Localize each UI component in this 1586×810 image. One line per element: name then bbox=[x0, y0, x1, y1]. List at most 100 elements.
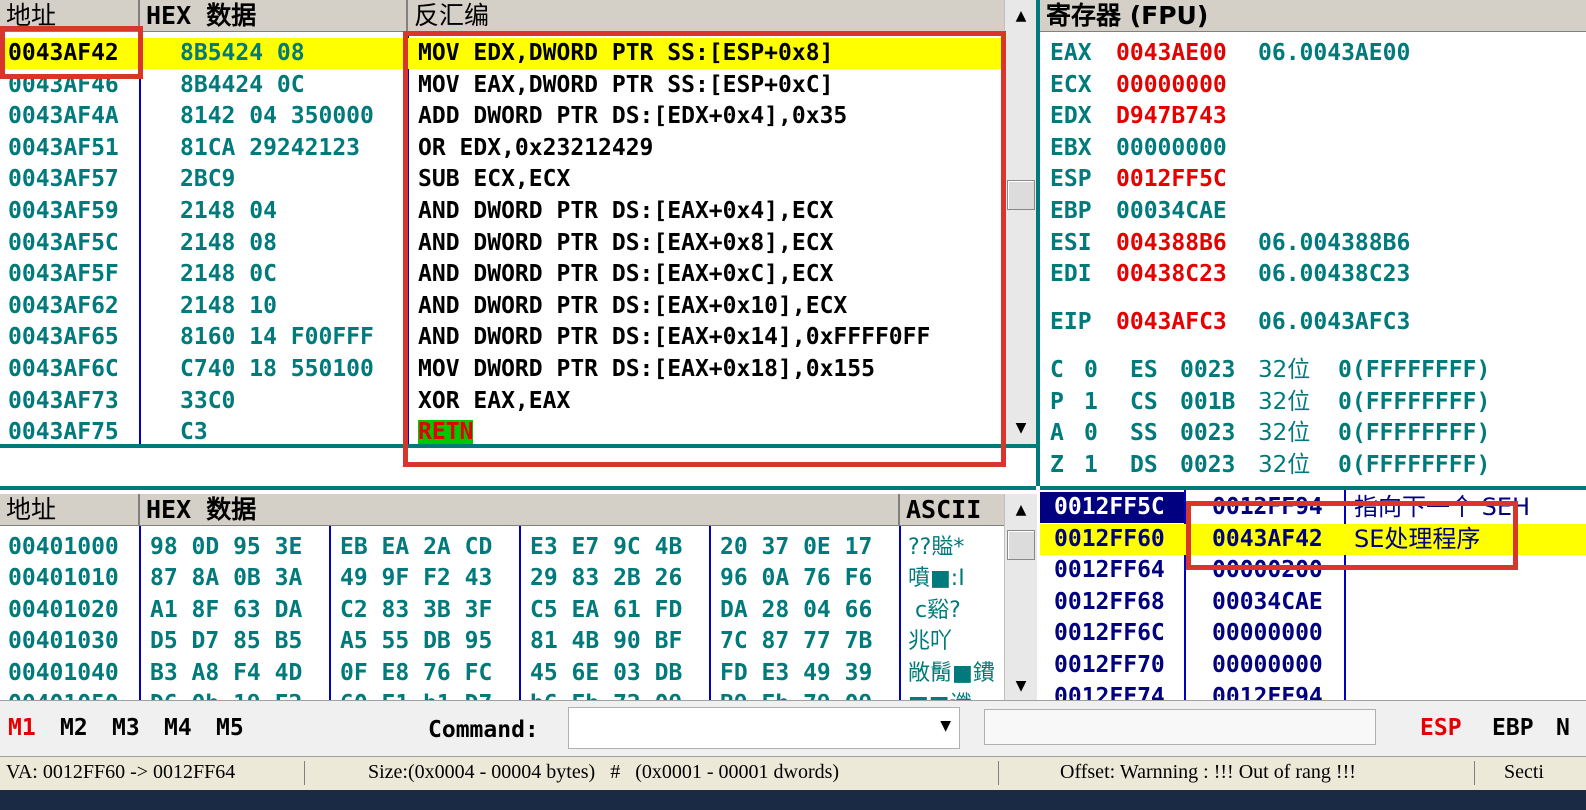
register-row[interactable]: ECX 00000000 bbox=[1040, 70, 1586, 101]
disasm-row[interactable]: 0043AF59 2148 04 AND DWORD PTR DS:[EAX+0x4… bbox=[0, 196, 1004, 227]
quick-register-button[interactable]: EBP bbox=[1492, 715, 1534, 741]
register-value[interactable]: 0043AFC3 bbox=[1116, 307, 1227, 338]
segment-name: CS bbox=[1130, 388, 1158, 415]
disasm-row[interactable]: 0043AF51 81CA 29242123 OR EDX,0x23212429 bbox=[0, 133, 1004, 164]
register-value[interactable]: D947B743 bbox=[1116, 101, 1227, 132]
dump-row[interactable]: 00401020 A1 8F 63 DA C2 83 3B 3F C5 EA 61 F… bbox=[0, 595, 1004, 626]
register-row-eip[interactable]: EIP 0043AFC3 06.0043AFC3 bbox=[1040, 307, 1586, 338]
scroll-up-icon[interactable]: ▲ bbox=[1005, 8, 1037, 24]
register-row[interactable]: EDX D947B743 bbox=[1040, 101, 1586, 132]
disasm-row[interactable]: 0043AF65 8160 14 F00FFF AND DWORD PTR DS:[… bbox=[0, 322, 1004, 353]
disasm-row[interactable]: 0043AF73 33C0 XOR EAX,EAX bbox=[0, 386, 1004, 417]
memory-tab[interactable]: M2 bbox=[60, 715, 88, 741]
stack-row[interactable]: 0012FF60 0043AF42 SE处理程序 bbox=[1040, 523, 1586, 555]
register-row[interactable]: EAX 0043AE00 06.0043AE00 bbox=[1040, 38, 1586, 69]
stack-row[interactable]: 0012FF6C 00000000 bbox=[1040, 618, 1586, 649]
row-instruction: AND DWORD PTR DS:[EAX+0x8],ECX bbox=[418, 229, 834, 256]
register-row[interactable]: EDI 00438C23 06.00438C23 bbox=[1040, 259, 1586, 290]
disasm-row[interactable]: 0043AF4A 8142 04 350000 ADD DWORD PTR DS:[… bbox=[0, 101, 1004, 132]
register-value[interactable]: 0043AE00 bbox=[1116, 38, 1227, 69]
dump-bytes: DA 28 04 66 bbox=[720, 596, 873, 623]
command-output-field[interactable] bbox=[984, 709, 1376, 745]
dump-address: 00401040 bbox=[8, 659, 119, 686]
register-value[interactable]: 00034CAE bbox=[1116, 196, 1227, 227]
stack-row[interactable]: 0012FF5C 0012FF94 指向下一个 SEH bbox=[1040, 492, 1586, 523]
scroll-down-icon[interactable]: ▼ bbox=[1005, 678, 1037, 694]
segment-selector: 0023 bbox=[1180, 357, 1236, 383]
register-value[interactable]: 00438C23 bbox=[1116, 259, 1227, 290]
disasm-row[interactable]: 0043AF62 2148 10 AND DWORD PTR DS:[EAX+0x1… bbox=[0, 291, 1004, 322]
flag-value[interactable]: 0 bbox=[1084, 355, 1098, 386]
dump-bytes: 49 9F F2 43 bbox=[340, 565, 493, 592]
command-input[interactable]: ▼ bbox=[568, 707, 960, 749]
flag-value[interactable]: 0 bbox=[1084, 418, 1098, 449]
row-hex: 33C0 bbox=[180, 387, 236, 414]
flag-value[interactable]: 1 bbox=[1084, 387, 1098, 418]
quick-register-button[interactable]: ESP bbox=[1420, 715, 1462, 741]
dump-bytes: b6 Eb 72 09 bbox=[530, 689, 682, 700]
dump-row[interactable]: 00401000 98 0D 95 3E EB EA 2A CD E3 E7 9C 4… bbox=[0, 532, 1004, 563]
flag-row[interactable]: C 0 ES 0023 32位 0(FFFFFFFF) bbox=[1040, 355, 1586, 386]
register-row[interactable]: EBX 00000000 bbox=[1040, 133, 1586, 164]
registers-pane[interactable]: 寄存器 (FPU) EAX 0043AE00 06.0043AE00 ECX 00000… bbox=[1036, 0, 1586, 486]
flag-name: A bbox=[1050, 420, 1064, 447]
stack-row[interactable]: 0012FF70 00000000 bbox=[1040, 650, 1586, 681]
pane-splitter[interactable] bbox=[0, 444, 1036, 448]
disasm-row[interactable]: 0043AF46 8B4424 0C MOV EAX,DWORD PTR SS:[E… bbox=[0, 70, 1004, 101]
memory-tab[interactable]: M3 bbox=[112, 715, 140, 741]
disasm-row[interactable]: 0043AF5F 2148 0C AND DWORD PTR DS:[EAX+0xC… bbox=[0, 259, 1004, 290]
chevron-down-icon[interactable]: ▼ bbox=[940, 718, 951, 734]
disasm-row[interactable]: 0043AF5C 2148 08 AND DWORD PTR DS:[EAX+0x8… bbox=[0, 228, 1004, 259]
register-row[interactable]: ESI 004388B6 06.004388B6 bbox=[1040, 228, 1586, 259]
dump-pane[interactable]: 地址 HEX 数据 ASCII 00401000 98 0D 95 3E EB EA… bbox=[0, 486, 1037, 700]
segment-selector: 001B bbox=[1180, 388, 1236, 415]
row-address: 0043AF62 bbox=[8, 292, 119, 319]
dump-row[interactable]: 00401040 B3 A8 F4 4D 0F E8 76 FC 45 6E 03 D… bbox=[0, 658, 1004, 689]
disasm-row[interactable]: 0043AF57 2BC9 SUB ECX,ECX bbox=[0, 164, 1004, 195]
scroll-down-icon[interactable]: ▼ bbox=[1005, 420, 1037, 436]
register-value[interactable]: 004388B6 bbox=[1116, 228, 1227, 259]
flag-value[interactable]: 1 bbox=[1084, 450, 1098, 481]
stack-row[interactable]: 0012FF68 00034CAE bbox=[1040, 587, 1586, 618]
stack-pane[interactable]: 0012FF5C 0012FF94 指向下一个 SEH 0012FF60 0043AF4… bbox=[1040, 486, 1586, 700]
scroll-thumb[interactable] bbox=[1007, 530, 1035, 560]
dump-row[interactable]: 00401050 D6 0b 19 F2 60 E1 b1 D7 b6 Eb 72 0… bbox=[0, 689, 1004, 700]
dump-row[interactable]: 00401030 D5 D7 85 B5 A5 55 DB 95 81 4B 90 B… bbox=[0, 626, 1004, 657]
scroll-thumb[interactable] bbox=[1007, 180, 1035, 210]
flag-row[interactable]: A 0 SS 0023 32位 0(FFFFFFFF) bbox=[1040, 418, 1586, 449]
flag-name: P bbox=[1050, 388, 1064, 415]
stack-row[interactable]: 0012FF74 0012FF94 bbox=[1040, 682, 1586, 700]
column-header-hex[interactable]: HEX 数据 bbox=[140, 0, 408, 32]
column-header-address[interactable]: 地址 bbox=[0, 0, 140, 32]
disasm-row[interactable]: 0043AF42 8B5424 08 MOV EDX,DWORD PTR SS:[E… bbox=[0, 38, 1004, 69]
dump-scrollbar[interactable]: ▲ ▼ bbox=[1004, 494, 1037, 700]
stack-row[interactable]: 0012FF64 00000200 bbox=[1040, 555, 1586, 586]
dump-row[interactable]: 00401010 87 8A 0B 3A 49 9F F2 43 29 83 2B 2… bbox=[0, 563, 1004, 594]
register-row[interactable]: EBP 00034CAE bbox=[1040, 196, 1586, 227]
register-row[interactable]: ESP 0012FF5C bbox=[1040, 164, 1586, 195]
row-instruction: AND DWORD PTR DS:[EAX+0xC],ECX bbox=[418, 261, 834, 288]
register-value[interactable]: 0012FF5C bbox=[1116, 164, 1227, 195]
flag-row[interactable]: P 1 CS 001B 32位 0(FFFFFFFF) bbox=[1040, 387, 1586, 418]
register-value[interactable]: 00000000 bbox=[1116, 70, 1227, 101]
quick-register-button[interactable]: N bbox=[1556, 715, 1570, 741]
register-name: EDX bbox=[1050, 103, 1092, 130]
dump-bytes: 20 37 0E 17 bbox=[720, 534, 873, 560]
stack-comment: 指向下一个 SEH bbox=[1354, 493, 1531, 521]
memory-tab[interactable]: M4 bbox=[164, 715, 192, 741]
dump-address: 00401000 bbox=[8, 534, 119, 560]
row-instruction: RETN bbox=[418, 419, 474, 446]
scroll-up-icon[interactable]: ▲ bbox=[1005, 502, 1037, 518]
disasm-row[interactable]: 0043AF6C C740 18 550100 MOV DWORD PTR DS:[… bbox=[0, 354, 1004, 385]
cpu-scrollbar[interactable]: ▲ ▼ bbox=[1004, 0, 1037, 444]
flag-row[interactable]: Z 1 DS 0023 32位 0(FFFFFFFF) bbox=[1040, 450, 1586, 481]
cpu-pane[interactable]: 地址 HEX 数据 反汇编 0043AF42 8B5424 08 MOV EDX,D… bbox=[0, 0, 1037, 450]
register-value[interactable]: 00000000 bbox=[1116, 133, 1227, 164]
segment-base: 0(FFFFFFFF) bbox=[1338, 357, 1491, 383]
status-size: Size:(0x0004 - 00004 bytes) # (0x0001 - … bbox=[368, 761, 840, 783]
dump-bytes: 96 0A 76 F6 bbox=[720, 565, 873, 592]
column-header-disasm[interactable]: 反汇编 bbox=[408, 0, 1004, 32]
register-comment: 06.00438C23 bbox=[1258, 261, 1411, 288]
memory-tab[interactable]: M5 bbox=[216, 715, 244, 741]
memory-tab[interactable]: M1 bbox=[8, 715, 36, 741]
